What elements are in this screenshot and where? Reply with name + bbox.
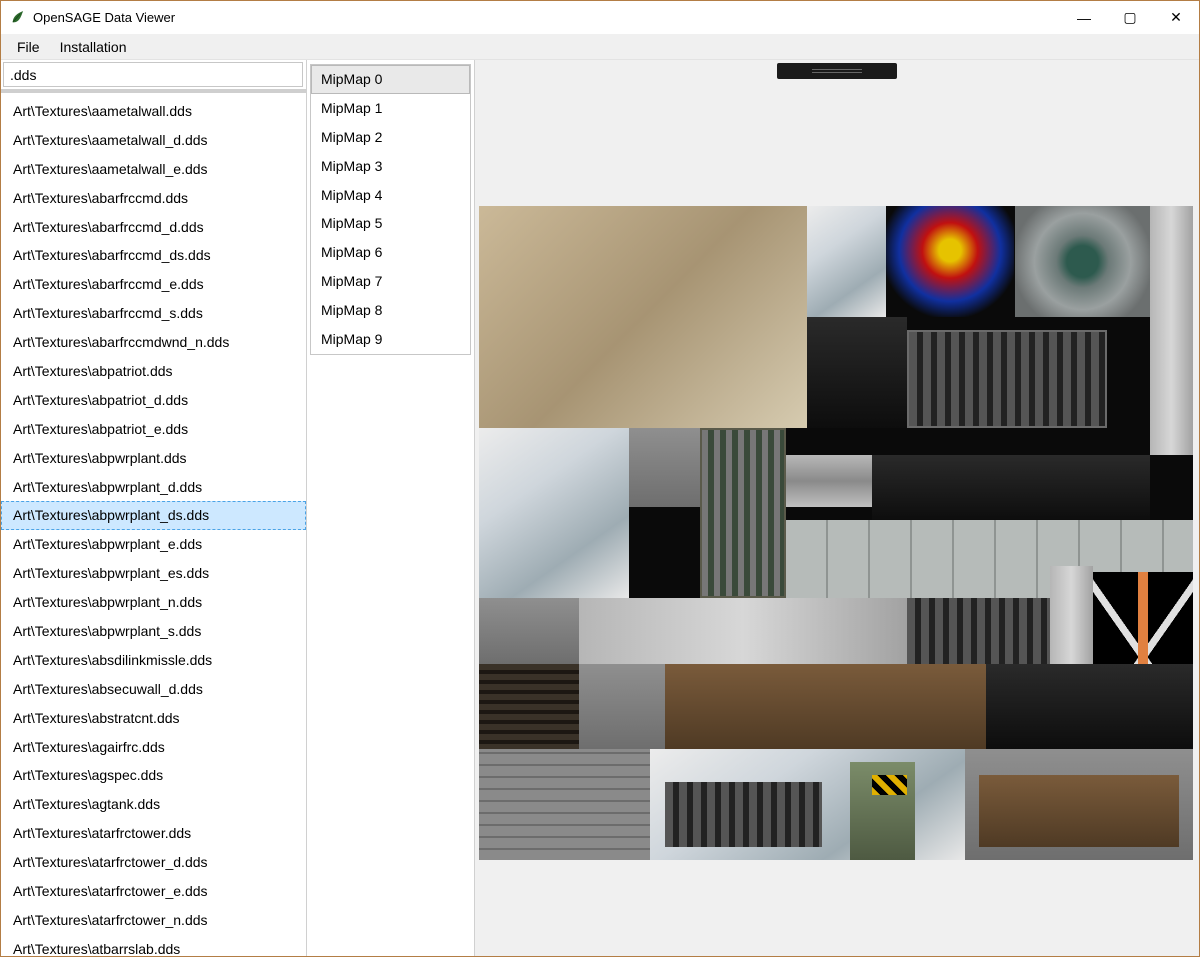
- file-item[interactable]: Art\Textures\abpwrplant_ds.dds: [1, 501, 306, 530]
- texture-region: [807, 206, 886, 317]
- file-item[interactable]: Art\Textures\absecuwall_d.dds: [1, 675, 306, 704]
- app-icon: [9, 10, 25, 26]
- file-item[interactable]: Art\Textures\abpwrplant_s.dds: [1, 617, 306, 646]
- filter-input[interactable]: [3, 62, 303, 87]
- texture-region: [986, 664, 1193, 749]
- texture-region: [579, 598, 907, 663]
- file-item[interactable]: Art\Textures\abarfrccmd_d.dds: [1, 213, 306, 242]
- texture-region: [807, 317, 907, 428]
- file-item[interactable]: Art\Textures\abpwrplant_es.dds: [1, 559, 306, 588]
- menubar: File Installation: [1, 34, 1199, 60]
- file-item[interactable]: Art\Textures\abarfrccmd.dds: [1, 184, 306, 213]
- mipmap-panel: MipMap 0MipMap 1MipMap 2MipMap 3MipMap 4…: [307, 60, 475, 956]
- file-item[interactable]: Art\Textures\atarfrctower_n.dds: [1, 906, 306, 935]
- texture-region: [579, 664, 665, 749]
- file-item[interactable]: Art\Textures\abarfrccmd_e.dds: [1, 270, 306, 299]
- texture-region: [479, 428, 629, 598]
- file-item[interactable]: Art\Textures\atbarrslab.dds: [1, 935, 306, 956]
- texture-region: [886, 206, 1015, 317]
- file-item[interactable]: Art\Textures\agtank.dds: [1, 790, 306, 819]
- file-item[interactable]: Art\Textures\abpwrplant_d.dds: [1, 473, 306, 502]
- mipmap-item[interactable]: MipMap 1: [311, 94, 470, 123]
- mipmap-item[interactable]: MipMap 3: [311, 152, 470, 181]
- mipmap-item[interactable]: MipMap 9: [311, 325, 470, 354]
- file-item[interactable]: Art\Textures\abarfrccmd_s.dds: [1, 299, 306, 328]
- minimize-button[interactable]: —: [1061, 1, 1107, 34]
- file-item[interactable]: Art\Textures\abpwrplant.dds: [1, 444, 306, 473]
- texture-region: [479, 749, 650, 860]
- texture-region: [479, 664, 579, 749]
- file-item[interactable]: Art\Textures\abpatriot_e.dds: [1, 415, 306, 444]
- file-item[interactable]: Art\Textures\atarfrctower.dds: [1, 819, 306, 848]
- texture-region: [872, 455, 1150, 520]
- file-item[interactable]: Art\Textures\abarfrccmd_ds.dds: [1, 241, 306, 270]
- mipmap-item[interactable]: MipMap 6: [311, 238, 470, 267]
- close-icon: ✕: [1170, 9, 1182, 26]
- file-item[interactable]: Art\Textures\agspec.dds: [1, 761, 306, 790]
- texture-region: [665, 664, 986, 749]
- app-window: OpenSAGE Data Viewer — ▢ ✕ File Installa…: [0, 0, 1200, 957]
- close-button[interactable]: ✕: [1153, 1, 1199, 34]
- main-body: Art\Textures\aametalwall.ddsArt\Textures…: [1, 60, 1199, 956]
- file-item[interactable]: Art\Textures\abpatriot.dds: [1, 357, 306, 386]
- file-item[interactable]: Art\Textures\abstratcnt.dds: [1, 704, 306, 733]
- texture-region: [907, 598, 1050, 663]
- minimize-icon: —: [1077, 10, 1091, 26]
- grip-icon: [812, 69, 862, 73]
- mipmap-item[interactable]: MipMap 8: [311, 296, 470, 325]
- file-item[interactable]: Art\Textures\atarfrctower_e.dds: [1, 877, 306, 906]
- preview-toolbar[interactable]: [777, 63, 897, 79]
- window-controls: — ▢ ✕: [1061, 1, 1199, 34]
- file-item[interactable]: Art\Textures\atarfrctower_d.dds: [1, 848, 306, 877]
- texture-region: [700, 428, 786, 598]
- menu-installation[interactable]: Installation: [50, 36, 137, 58]
- file-item[interactable]: Art\Textures\abpatriot_d.dds: [1, 386, 306, 415]
- left-panel: Art\Textures\aametalwall.ddsArt\Textures…: [1, 60, 307, 956]
- file-list[interactable]: Art\Textures\aametalwall.ddsArt\Textures…: [1, 93, 306, 956]
- maximize-button[interactable]: ▢: [1107, 1, 1153, 34]
- texture-region: [1150, 206, 1193, 455]
- file-item[interactable]: Art\Textures\abpwrplant_n.dds: [1, 588, 306, 617]
- maximize-icon: ▢: [1123, 9, 1136, 26]
- file-item[interactable]: Art\Textures\aametalwall_d.dds: [1, 126, 306, 155]
- preview-panel: [475, 60, 1199, 956]
- filter-wrap: [1, 60, 306, 89]
- texture-region: [907, 330, 1107, 428]
- mipmap-item[interactable]: MipMap 5: [311, 209, 470, 238]
- texture-region: [629, 428, 700, 506]
- texture-region: [872, 775, 908, 795]
- texture-preview[interactable]: [479, 206, 1193, 860]
- window-title: OpenSAGE Data Viewer: [33, 10, 1061, 25]
- file-item[interactable]: Art\Textures\aametalwall_e.dds: [1, 155, 306, 184]
- texture-region: [479, 206, 807, 428]
- file-item[interactable]: Art\Textures\aametalwall.dds: [1, 97, 306, 126]
- mipmap-item[interactable]: MipMap 4: [311, 181, 470, 210]
- file-item[interactable]: Art\Textures\agairfrc.dds: [1, 733, 306, 762]
- file-item[interactable]: Art\Textures\abpwrplant_e.dds: [1, 530, 306, 559]
- file-item[interactable]: Art\Textures\absdilinkmissle.dds: [1, 646, 306, 675]
- file-item[interactable]: Art\Textures\abarfrccmdwnd_n.dds: [1, 328, 306, 357]
- mipmap-item[interactable]: MipMap 2: [311, 123, 470, 152]
- texture-region: [979, 775, 1179, 847]
- mipmap-list[interactable]: MipMap 0MipMap 1MipMap 2MipMap 3MipMap 4…: [310, 64, 471, 355]
- mipmap-item[interactable]: MipMap 0: [311, 65, 470, 94]
- texture-region: [479, 598, 579, 663]
- mipmap-item[interactable]: MipMap 7: [311, 267, 470, 296]
- texture-region: [1015, 206, 1151, 317]
- texture-region: [786, 455, 872, 507]
- texture-region: [665, 782, 822, 847]
- titlebar: OpenSAGE Data Viewer — ▢ ✕: [1, 1, 1199, 34]
- menu-file[interactable]: File: [7, 36, 50, 58]
